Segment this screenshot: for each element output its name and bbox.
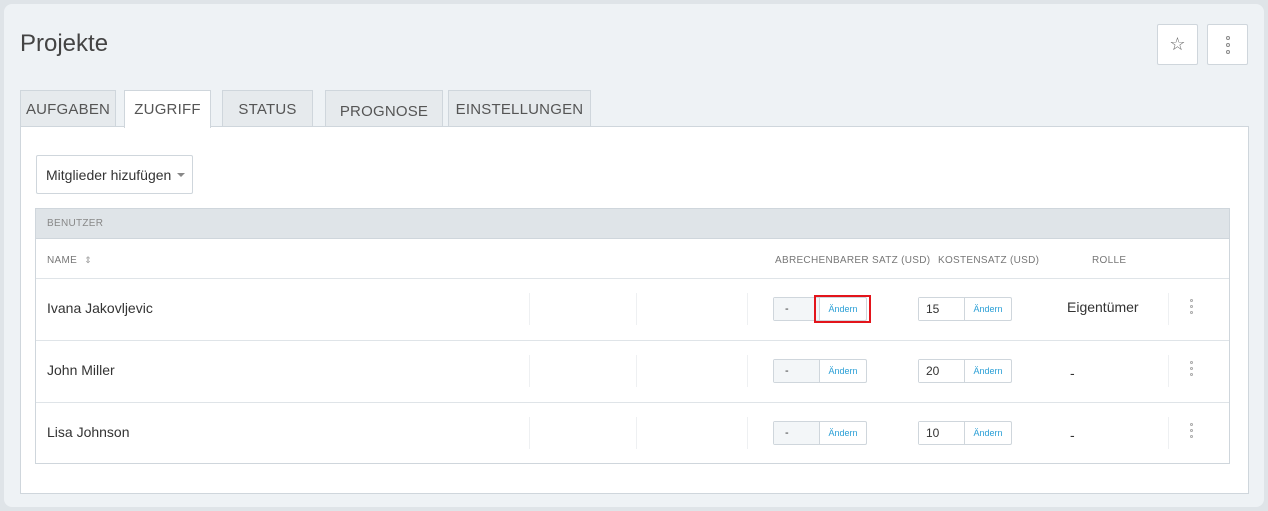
column-divider bbox=[1168, 293, 1169, 325]
role-value: Eigentümer bbox=[1067, 299, 1139, 315]
column-header-billable-rate: ABRECHENBARER SATZ (USD) bbox=[775, 255, 931, 266]
member-name: John Miller bbox=[47, 362, 115, 378]
role-value: - bbox=[1070, 427, 1075, 443]
row-more-button[interactable] bbox=[1190, 299, 1193, 314]
billable-rate-control: - Ändern bbox=[773, 359, 867, 383]
members-table: BENUTZER NAME ⇕ ABRECHENBARER SATZ (USD)… bbox=[35, 208, 1230, 464]
group-header: BENUTZER bbox=[36, 209, 1229, 239]
column-divider bbox=[529, 293, 530, 325]
table-row: John Miller - Ändern 20 Ändern - bbox=[36, 341, 1229, 403]
table-row: Ivana Jakovljevic - Ändern 15 Ändern Eig… bbox=[36, 279, 1229, 341]
column-divider bbox=[636, 355, 637, 387]
column-divider bbox=[636, 293, 637, 325]
cost-rate-value: 15 bbox=[919, 298, 965, 320]
role-value: - bbox=[1070, 365, 1075, 381]
change-billable-rate-button[interactable]: Ändern bbox=[820, 298, 866, 320]
column-header-role: ROLLE bbox=[1092, 255, 1127, 266]
add-members-dropdown[interactable]: Mitglieder hizufügen bbox=[36, 155, 193, 194]
column-divider bbox=[636, 417, 637, 449]
more-options-button[interactable] bbox=[1207, 24, 1248, 65]
tab-zugriff[interactable]: ZUGRIFF bbox=[124, 90, 211, 128]
row-more-button[interactable] bbox=[1190, 361, 1193, 376]
cost-rate-control: 10 Ändern bbox=[918, 421, 1012, 445]
caret-down-icon bbox=[177, 172, 186, 177]
change-billable-rate-button[interactable]: Ändern bbox=[820, 360, 866, 382]
change-cost-rate-button[interactable]: Ändern bbox=[965, 298, 1011, 320]
add-members-label: Mitglieder hizufügen bbox=[46, 166, 172, 183]
more-vertical-icon bbox=[1190, 423, 1193, 438]
row-more-button[interactable] bbox=[1190, 423, 1193, 438]
column-divider bbox=[1168, 417, 1169, 449]
member-name: Ivana Jakovljevic bbox=[47, 300, 153, 316]
more-vertical-icon bbox=[1190, 299, 1193, 314]
tab-einstellungen[interactable]: EINSTELLUNGEN bbox=[448, 90, 591, 127]
table-row: Lisa Johnson - Ändern 10 Ändern - bbox=[36, 403, 1229, 465]
column-divider bbox=[747, 293, 748, 325]
star-icon: ☆ bbox=[1169, 34, 1186, 54]
cost-rate-value: 10 bbox=[919, 422, 965, 444]
tab-status[interactable]: STATUS bbox=[222, 90, 313, 127]
column-divider bbox=[529, 417, 530, 449]
change-billable-rate-button[interactable]: Ändern bbox=[820, 422, 866, 444]
column-divider bbox=[529, 355, 530, 387]
more-vertical-icon bbox=[1190, 361, 1193, 376]
billable-rate-control: - Ändern bbox=[773, 421, 867, 445]
billable-rate-value: - bbox=[774, 422, 820, 444]
page-title: Projekte bbox=[20, 30, 109, 57]
column-divider bbox=[747, 417, 748, 449]
billable-rate-value: - bbox=[774, 298, 820, 320]
column-header-cost-rate: KOSTENSATZ (USD) bbox=[938, 255, 1040, 266]
change-cost-rate-button[interactable]: Ändern bbox=[965, 360, 1011, 382]
column-header-name[interactable]: NAME ⇕ bbox=[47, 255, 92, 266]
sort-icon: ⇕ bbox=[84, 255, 93, 265]
column-divider bbox=[1168, 355, 1169, 387]
tab-aufgaben[interactable]: AUFGABEN bbox=[20, 90, 116, 127]
column-divider bbox=[747, 355, 748, 387]
cost-rate-control: 20 Ändern bbox=[918, 359, 1012, 383]
cost-rate-value: 20 bbox=[919, 360, 965, 382]
change-cost-rate-button[interactable]: Ändern bbox=[965, 422, 1011, 444]
member-name: Lisa Johnson bbox=[47, 424, 130, 440]
billable-rate-value: - bbox=[774, 360, 820, 382]
favorite-button[interactable]: ☆ bbox=[1157, 24, 1198, 65]
tab-prognose[interactable]: PROGNOSE bbox=[325, 90, 443, 127]
cost-rate-control: 15 Ändern bbox=[918, 297, 1012, 321]
billable-rate-control: - Ändern bbox=[773, 297, 867, 321]
more-vertical-icon bbox=[1225, 35, 1230, 54]
